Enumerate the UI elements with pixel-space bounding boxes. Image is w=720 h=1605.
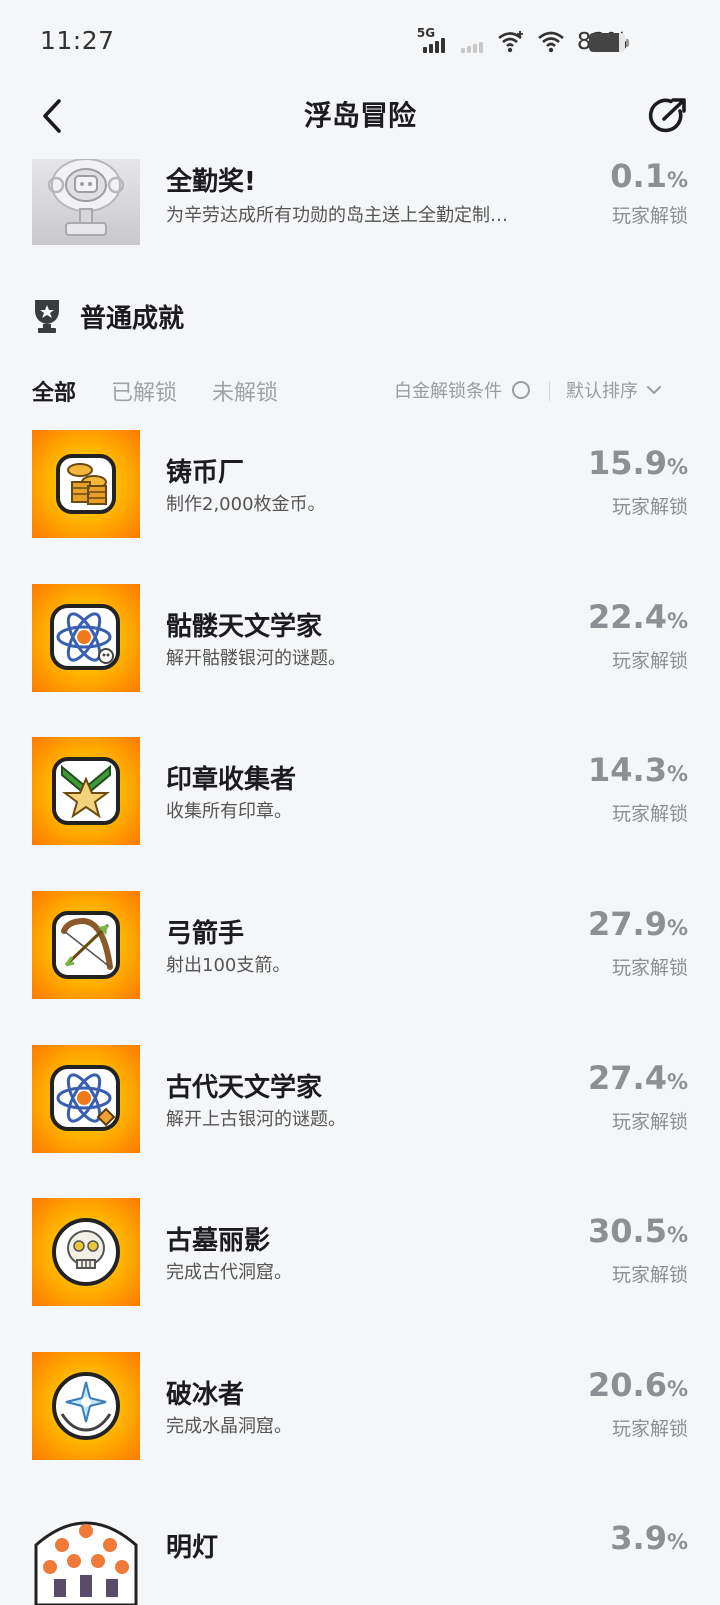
tab-unlocked[interactable]: 已解锁 (111, 375, 177, 407)
platinum-filter-toggle[interactable]: 白金解锁条件 (394, 377, 530, 403)
tab-locked[interactable]: 未解锁 (212, 375, 278, 407)
wifi-plus-icon (498, 31, 523, 53)
unlock-percent: 14.3% (588, 751, 688, 789)
unlock-percent-value: 20.6 (588, 1366, 667, 1404)
achievement-name: 破冰者 (166, 1380, 245, 1410)
unlock-label: 玩家解锁 (611, 1111, 688, 1133)
wifi-icon (538, 31, 564, 53)
unlock-percent-value: 0.1 (610, 157, 667, 195)
network-label: 5G (416, 26, 436, 40)
unlock-percent-value: 15.9 (588, 444, 667, 482)
unlock-percent: 27.4% (588, 1059, 688, 1097)
unlock-percent-value: 3.9 (610, 1519, 667, 1557)
percent-sign: % (666, 455, 688, 479)
trophy-icon (32, 159, 140, 245)
unlock-percent-value: 30.5 (588, 1212, 667, 1250)
achievement-item[interactable]: 印章收集者 收集所有印章。 14.3% 玩家解锁 (32, 737, 688, 845)
achievement-name: 全勤奖! (166, 167, 256, 197)
unlock-label: 玩家解锁 (611, 1264, 688, 1286)
achievement-item[interactable]: 破冰者 完成水晶洞窟。 20.6% 玩家解锁 (32, 1352, 688, 1460)
page-title: 浮岛冒险 (303, 99, 416, 132)
percent-sign: % (666, 1070, 688, 1094)
achievement-description: 完成水晶洞窟。 (166, 1416, 292, 1437)
achievement-item[interactable]: 骷髅天文学家 解开骷髅银河的谜题。 22.4% 玩家解锁 (32, 584, 688, 692)
achievement-description: 解开骷髅银河的谜题。 (166, 648, 346, 669)
percent-sign: % (666, 1530, 688, 1554)
sort-dropdown[interactable]: 默认排序 (566, 377, 662, 403)
achievement-description: 制作2,000枚金币。 (166, 494, 326, 515)
unlock-percent: 30.5% (588, 1212, 688, 1250)
radio-circle-icon (512, 381, 530, 399)
percent-sign: % (666, 1223, 688, 1247)
unlock-label: 玩家解锁 (611, 205, 688, 227)
unlock-label: 玩家解锁 (611, 1418, 688, 1440)
unlock-percent: 3.9% (610, 1519, 688, 1557)
atom-skull-icon (32, 584, 140, 692)
unlock-label: 玩家解锁 (611, 496, 688, 518)
bow-arrow-icon (32, 891, 140, 999)
achievement-description: 收集所有印章。 (166, 801, 292, 822)
achievement-item[interactable]: 古墓丽影 完成古代洞窟。 30.5% 玩家解锁 (32, 1198, 688, 1306)
section-title: 普通成就 (80, 303, 185, 334)
unlock-label: 玩家解锁 (611, 803, 688, 825)
trophy-badge-icon (35, 300, 59, 333)
tab-all[interactable]: 全部 (32, 375, 76, 407)
achievement-name: 印章收集者 (166, 765, 297, 795)
sort-label: 默认排序 (566, 381, 638, 402)
platinum-filter-label: 白金解锁条件 (394, 381, 502, 402)
achievement-name: 明灯 (166, 1533, 219, 1563)
share-icon (648, 98, 686, 133)
unlock-percent: 22.4% (588, 598, 688, 636)
unlock-percent-value: 27.9 (588, 905, 667, 943)
achievement-name: 古代天文学家 (166, 1073, 323, 1103)
filter-bar: 全部 已解锁 未解锁 白金解锁条件 默认排序 (32, 371, 688, 411)
achievement-item[interactable]: 铸币厂 制作2,000枚金币。 15.9% 玩家解锁 (32, 430, 688, 538)
crystal-hands-icon (32, 1352, 140, 1460)
achievement-description: 完成古代洞窟。 (166, 1262, 292, 1283)
percent-sign: % (666, 168, 688, 192)
skull-icon (32, 1198, 140, 1306)
signal-secondary-icon (459, 29, 485, 55)
achievement-item[interactable]: 古代天文学家 解开上古银河的谜题。 27.4% 玩家解锁 (32, 1045, 688, 1153)
status-time: 11:27 (40, 26, 115, 55)
percent-sign: % (666, 609, 688, 633)
atom-ancient-icon (32, 1045, 140, 1153)
battery-cap (626, 39, 629, 47)
unlock-percent-value: 27.4 (588, 1059, 667, 1097)
achievement-name: 古墓丽影 (166, 1226, 271, 1256)
filter-divider (549, 381, 550, 401)
unlock-percent: 0.1% (610, 157, 688, 195)
achievement-name: 弓箭手 (166, 919, 245, 949)
status-bar: 11:27 5G 83% (0, 0, 720, 84)
achievement-description: 为辛劳达成所有功勋的岛主送上全勤定制… (166, 205, 508, 226)
percent-sign: % (666, 1377, 688, 1401)
star-seal-icon (32, 737, 140, 845)
unlock-percent: 20.6% (588, 1366, 688, 1404)
battery-icon (589, 33, 625, 52)
unlock-percent: 27.9% (588, 905, 688, 943)
achievement-name: 骷髅天文学家 (166, 612, 323, 642)
unlock-percent: 15.9% (588, 444, 688, 482)
percent-sign: % (666, 916, 688, 940)
unlock-percent-value: 14.3 (588, 751, 667, 789)
unlock-label: 玩家解锁 (611, 650, 688, 672)
percent-sign: % (666, 762, 688, 786)
section-header: 普通成就 (32, 294, 184, 338)
unlock-percent-value: 22.4 (588, 598, 667, 636)
coins-icon (32, 430, 140, 538)
achievement-item[interactable]: 明灯 3.9% (32, 1505, 688, 1605)
share-button[interactable] (644, 92, 692, 140)
unlock-label: 玩家解锁 (611, 957, 688, 979)
lantern-crowd-icon (32, 1505, 140, 1605)
achievement-name: 铸币厂 (166, 458, 245, 488)
signal-5g-icon: 5G (416, 26, 447, 55)
achievement-description: 射出100支箭。 (166, 955, 291, 976)
platinum-achievement[interactable]: 全勤奖! 为辛劳达成所有功勋的岛主送上全勤定制… 0.1% 玩家解锁 (32, 137, 688, 245)
chevron-down-icon (647, 386, 661, 394)
battery-level (589, 33, 619, 52)
achievement-description: 解开上古银河的谜题。 (166, 1109, 346, 1130)
achievement-item[interactable]: 弓箭手 射出100支箭。 27.9% 玩家解锁 (32, 891, 688, 999)
